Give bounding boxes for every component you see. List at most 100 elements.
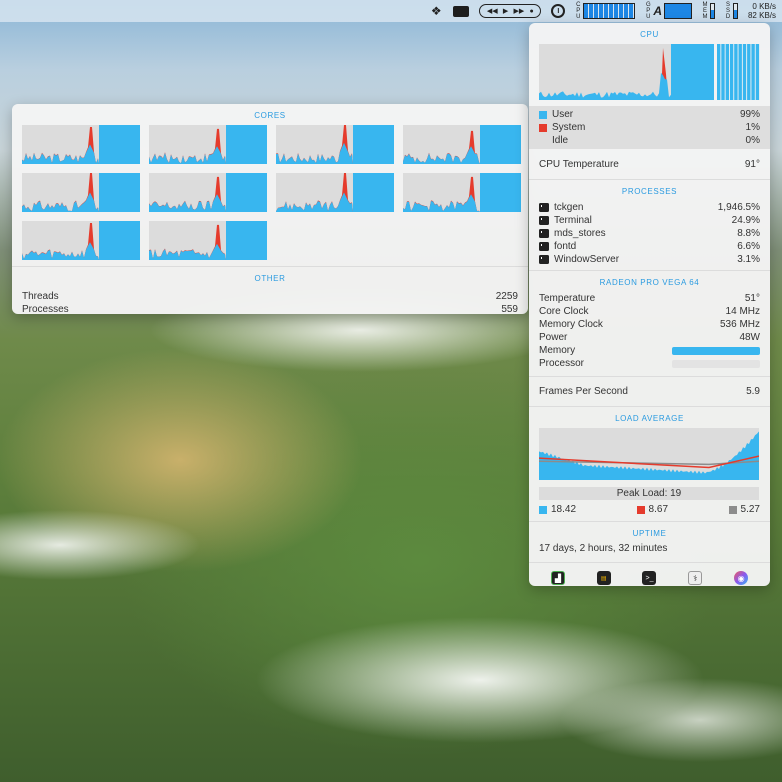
- menubar-cpu[interactable]: C P U: [575, 2, 636, 20]
- screen-icon[interactable]: [453, 5, 470, 17]
- play-icon[interactable]: ▶: [503, 7, 508, 15]
- menubar-memory[interactable]: M E M: [702, 2, 715, 20]
- idle-label: Idle: [552, 135, 569, 146]
- process-value: 8.8%: [737, 228, 760, 239]
- core-full-load: [480, 173, 521, 212]
- gpu-memory-fill: [672, 346, 760, 355]
- media-controls[interactable]: ◀◀ ▶ ▶▶ ●: [479, 4, 542, 18]
- system-row: System 1%: [539, 121, 760, 134]
- process-row[interactable]: Terminal 24.9%: [539, 214, 760, 227]
- forward-icon[interactable]: ▶▶: [513, 7, 524, 15]
- cpu-core-bar: [751, 44, 755, 100]
- terminal-icon: [539, 255, 549, 264]
- load-1-swatch: [539, 505, 547, 514]
- settings-icon[interactable]: ◉: [734, 571, 749, 585]
- cpu-core-bar: [721, 44, 725, 100]
- process-row[interactable]: fontd 6.6%: [539, 240, 760, 253]
- system-swatch: [539, 123, 547, 132]
- gpu-row-value: 14 MHz: [725, 306, 760, 317]
- cpu-core-bar: [755, 44, 760, 100]
- uptime-title: UPTIME: [632, 529, 667, 538]
- cores-panel: CORES OTHER Threads 2259 Processes 559: [12, 104, 528, 316]
- gpu-row-label: Power: [539, 332, 568, 343]
- core-graph-2: [149, 125, 267, 164]
- gpu-row-value: 48W: [739, 332, 760, 343]
- record-icon[interactable]: ●: [529, 8, 533, 15]
- net-down-value: 0 KB/s: [752, 2, 776, 11]
- activity-monitor-icon[interactable]: ▟: [550, 571, 565, 585]
- cores-grid: [12, 125, 528, 266]
- cpu-temperature-label: CPU Temperature: [539, 159, 619, 170]
- rewind-icon[interactable]: ◀◀: [487, 7, 498, 15]
- menubar-disk[interactable]: S S D: [725, 2, 738, 20]
- dropbox-icon[interactable]: ❖: [429, 4, 443, 18]
- menubar-cpu-graph: [583, 3, 636, 19]
- process-row[interactable]: mds_stores 8.8%: [539, 227, 760, 240]
- menubar-gpu-label: G P U: [645, 2, 651, 20]
- core-full-load: [353, 173, 394, 212]
- core-graph-5: [22, 173, 140, 212]
- core-graph-6: [149, 173, 267, 212]
- power-icon[interactable]: I: [551, 4, 566, 18]
- core-graph-1: [22, 125, 140, 164]
- gpu-row-value: 51°: [744, 293, 760, 304]
- idle-swatch: [539, 136, 547, 145]
- process-row[interactable]: tckgen 1,946.5%: [539, 201, 760, 214]
- load-15-value: 5.27: [740, 504, 760, 515]
- processes-row: Processes 559: [22, 303, 518, 316]
- cpu-core-bar: [725, 44, 729, 100]
- menubar-gpu[interactable]: G P U A: [645, 2, 692, 20]
- process-row[interactable]: WindowServer 3.1%: [539, 253, 760, 266]
- gpu-row: Memory Clock 536 MHz: [539, 318, 760, 331]
- process-name: tckgen: [554, 202, 584, 213]
- gpu-row: Power 48W: [539, 331, 760, 344]
- gpu-row-label: Temperature: [539, 293, 596, 304]
- user-value: 99%: [739, 109, 760, 120]
- cpu-title: CPU: [640, 30, 659, 39]
- menubar-mem-label: M E M: [702, 2, 708, 20]
- menubar-network[interactable]: 0 KB/s 82 KB/s: [748, 2, 776, 20]
- gpu-row: Core Clock 14 MHz: [539, 305, 760, 318]
- cores-title: CORES: [254, 111, 286, 120]
- load-1-value: 18.42: [551, 504, 577, 515]
- gpu-processor-row: Processor: [539, 357, 760, 370]
- terminal-icon: [539, 216, 549, 225]
- menubar-gpu-letter: A: [653, 4, 662, 18]
- cpu-panel: CPU User 99% System 1% Idle 0% CPU Tempe…: [529, 23, 770, 586]
- core-graph-4: [403, 125, 521, 164]
- cpu-core-bar: [729, 44, 734, 100]
- terminal-icon: [539, 229, 549, 238]
- cpu-full-load: [671, 44, 714, 100]
- other-title: OTHER: [254, 274, 286, 283]
- menubar-mem-bar: [709, 3, 715, 19]
- gpu-row-value: 536 MHz: [719, 319, 760, 330]
- cpu-core-bar: [742, 44, 747, 100]
- disk-utility-icon[interactable]: ⚕: [688, 571, 703, 585]
- core-graph-10: [149, 221, 267, 260]
- load-average-graph: [538, 428, 760, 480]
- peak-load: Peak Load: 19: [539, 487, 759, 500]
- gpu-processor-label: Processor: [539, 358, 585, 369]
- idle-row: Idle 0%: [539, 134, 760, 147]
- threads-value: 2259: [495, 291, 518, 302]
- process-value: 1,946.5%: [717, 202, 760, 213]
- console-icon[interactable]: ▤: [596, 571, 611, 585]
- system-label: System: [552, 122, 586, 133]
- fps-row: Frames Per Second 5.9: [539, 385, 760, 398]
- core-full-load: [480, 125, 521, 164]
- load-5-swatch: [636, 505, 645, 514]
- process-value: 3.1%: [737, 254, 760, 265]
- terminal-icon[interactable]: >_: [642, 571, 657, 585]
- core-full-load: [99, 221, 140, 260]
- menubar-ssd-bar: [732, 3, 738, 19]
- terminal-icon: [539, 242, 549, 251]
- core-full-load: [99, 125, 140, 164]
- core-graph-9: [22, 221, 140, 260]
- process-name: mds_stores: [554, 228, 606, 239]
- cpu-core-bar: [734, 44, 738, 100]
- cpu-core-history: [717, 44, 760, 100]
- threads-label: Threads: [22, 291, 59, 302]
- idle-value: 0%: [745, 135, 760, 146]
- gpu-memory-row: Memory: [539, 344, 760, 357]
- gpu-row-label: Memory Clock: [539, 319, 603, 330]
